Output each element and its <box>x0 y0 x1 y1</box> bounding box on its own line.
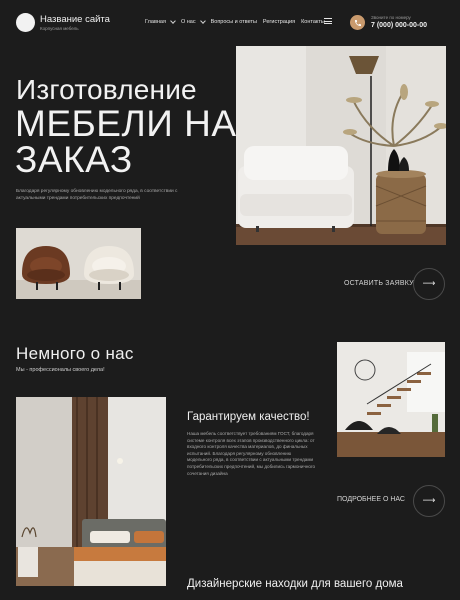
menu-icon[interactable] <box>324 18 332 24</box>
about-title: Немного о нас <box>16 344 134 363</box>
header: Название сайта Корпусная мебель Главная … <box>0 0 460 46</box>
bedroom-photo <box>16 397 166 586</box>
phone-number[interactable]: 7 (000) 000-00-00 <box>371 22 427 29</box>
phone-icon[interactable] <box>350 15 365 30</box>
brand-name[interactable]: Название сайта <box>40 14 110 25</box>
more-about-button-label[interactable]: ПОДРОБНЕЕ О НАС <box>337 496 405 503</box>
nav-item-contacts[interactable]: Контакты <box>301 19 325 25</box>
interior-stairs-photo <box>337 342 445 457</box>
arrow-right-icon: ⟶ <box>422 496 436 506</box>
hero-sofa-photo <box>236 46 446 245</box>
request-button-label[interactable]: ОСТАВИТЬ ЗАЯВКУ <box>344 280 414 287</box>
armchairs-photo <box>16 228 141 299</box>
nav-item-about[interactable]: О нас <box>180 18 206 25</box>
request-button[interactable]: ⟶ <box>413 268 445 300</box>
phone-label: Звоните по номеру <box>371 15 411 20</box>
hero-description: Благодаря регулярному обновлению модельн… <box>16 189 178 201</box>
nav-label: Главная <box>145 19 166 25</box>
hero-title-line2: МЕБЕЛИ НА ЗАКАЗ <box>15 103 237 180</box>
chevron-down-icon <box>170 18 176 24</box>
nav-label: Регистрация <box>262 19 296 25</box>
design-section-title: Дизайнерские находки для вашего дома <box>187 578 403 590</box>
quality-title: Гарантируем качество! <box>187 411 310 423</box>
about-subtitle: Мы - профессионалы своего дела! <box>16 367 105 373</box>
nav-item-register[interactable]: Регистрация <box>263 19 295 25</box>
main-nav: Главная О нас Вопросы и ответы Регистрац… <box>145 18 331 25</box>
arrow-right-icon: ⟶ <box>422 279 436 289</box>
nav-label: Контакты <box>301 19 325 25</box>
logo-icon[interactable] <box>16 13 35 32</box>
hero-title-line1: Изготовление <box>16 74 197 105</box>
more-about-button[interactable]: ⟶ <box>413 485 445 517</box>
nav-item-home[interactable]: Главная <box>145 18 176 25</box>
chevron-down-icon <box>199 18 206 24</box>
brand-subtitle: Корпусная мебель <box>40 26 79 31</box>
quality-text: Наша мебель соответствует требованиям ГО… <box>187 431 316 476</box>
nav-label: О нас <box>180 19 196 25</box>
nav-item-faq[interactable]: Вопросы и ответы <box>211 19 257 25</box>
design-section-text <box>187 595 447 600</box>
nav-label: Вопросы и ответы <box>210 19 257 25</box>
